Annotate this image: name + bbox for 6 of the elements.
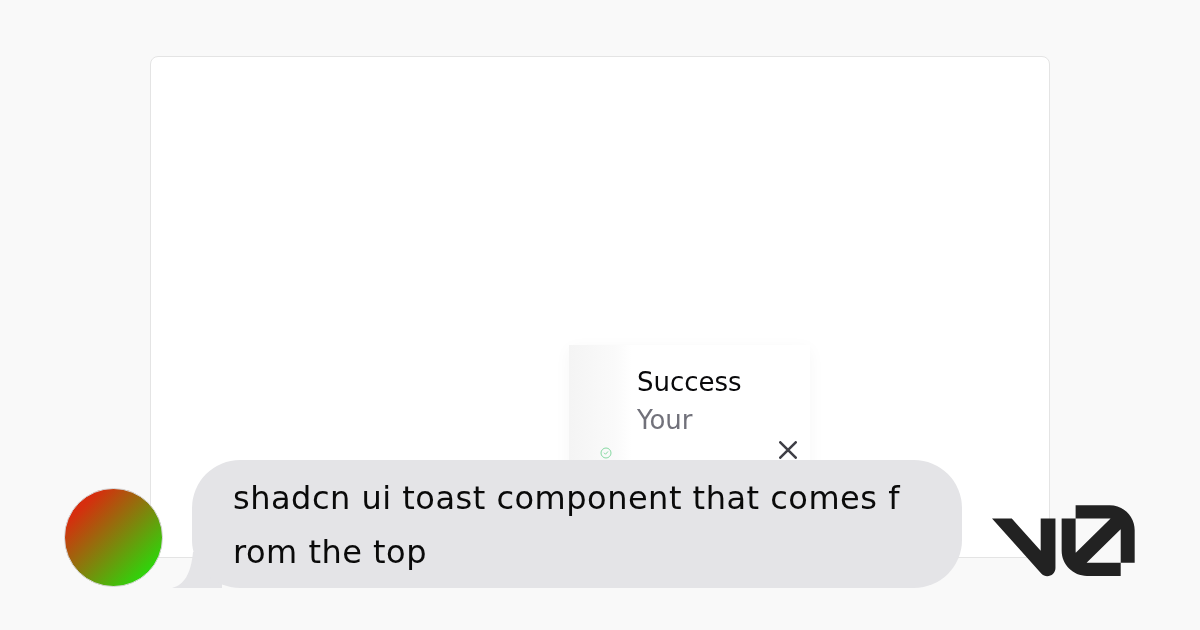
toast-title: Success (637, 366, 743, 399)
check-circle-icon (600, 447, 612, 459)
close-button[interactable] (779, 441, 797, 459)
close-icon (779, 441, 797, 459)
message-text: shadcn ui toast component that comes from the top (233, 478, 901, 573)
toast-description: Your (637, 404, 694, 437)
